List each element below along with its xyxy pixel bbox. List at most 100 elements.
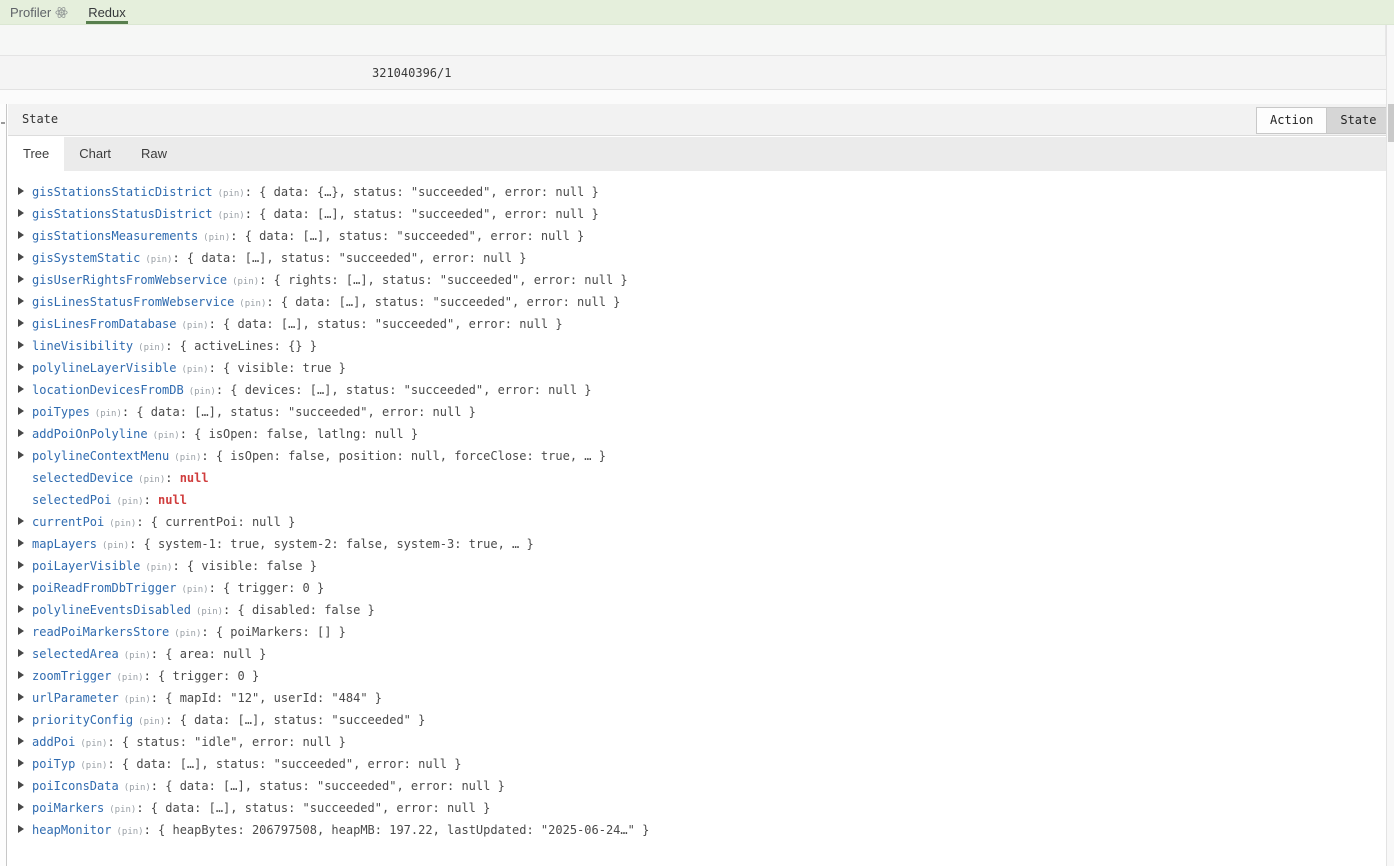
tree-row[interactable]: currentPoi(pin): { currentPoi: null } <box>18 511 1386 533</box>
pin-link[interactable]: (pin) <box>80 739 107 749</box>
state-key[interactable]: addPoiOnPolyline <box>32 427 148 441</box>
expand-arrow-icon[interactable] <box>18 319 24 327</box>
state-key[interactable]: gisUserRightsFromWebservice <box>32 273 227 287</box>
tree-row[interactable]: zoomTrigger(pin): { trigger: 0 } <box>18 665 1386 687</box>
expand-arrow-icon[interactable] <box>18 231 24 239</box>
pin-link[interactable]: (pin) <box>138 717 165 727</box>
expand-arrow-icon[interactable] <box>18 561 24 569</box>
tree-row[interactable]: priorityConfig(pin): { data: […], status… <box>18 709 1386 731</box>
pin-link[interactable]: (pin) <box>174 629 201 639</box>
tree-row[interactable]: gisStationsStatusDistrict(pin): { data: … <box>18 203 1386 225</box>
state-key[interactable]: selectedDevice <box>32 471 133 485</box>
tree-row[interactable]: polylineEventsDisabled(pin): { disabled:… <box>18 599 1386 621</box>
tab-chart[interactable]: Chart <box>64 137 126 171</box>
vertical-scrollbar[interactable] <box>1386 25 1394 866</box>
tree-row[interactable]: poiIconsData(pin): { data: […], status: … <box>18 775 1386 797</box>
pin-link[interactable]: (pin) <box>189 387 216 397</box>
expand-arrow-icon[interactable] <box>18 803 24 811</box>
state-key[interactable]: priorityConfig <box>32 713 133 727</box>
expand-arrow-icon[interactable] <box>18 253 24 261</box>
pin-link[interactable]: (pin) <box>124 783 151 793</box>
expand-arrow-icon[interactable] <box>18 297 24 305</box>
expand-arrow-icon[interactable] <box>18 451 24 459</box>
tree-row[interactable]: gisSystemStatic(pin): { data: […], statu… <box>18 247 1386 269</box>
state-key[interactable]: gisLinesStatusFromWebservice <box>32 295 234 309</box>
pin-link[interactable]: (pin) <box>102 541 129 551</box>
state-key[interactable]: poiReadFromDbTrigger <box>32 581 177 595</box>
state-key[interactable]: gisStationsMeasurements <box>32 229 198 243</box>
tree-row[interactable]: poiReadFromDbTrigger(pin): { trigger: 0 … <box>18 577 1386 599</box>
state-key[interactable]: poiMarkers <box>32 801 104 815</box>
pin-link[interactable]: (pin) <box>145 255 172 265</box>
state-key[interactable]: poiLayerVisible <box>32 559 140 573</box>
state-key[interactable]: gisStationsStaticDistrict <box>32 185 213 199</box>
state-view-button[interactable]: State <box>1327 107 1390 134</box>
expand-arrow-icon[interactable] <box>18 187 24 195</box>
expand-arrow-icon[interactable] <box>18 275 24 283</box>
panel-resizer[interactable] <box>0 104 7 866</box>
state-key[interactable]: gisSystemStatic <box>32 251 140 265</box>
tree-row[interactable]: addPoiOnPolyline(pin): { isOpen: false, … <box>18 423 1386 445</box>
tree-row[interactable]: selectedPoi(pin): null <box>18 489 1386 511</box>
pin-link[interactable]: (pin) <box>145 563 172 573</box>
pin-link[interactable]: (pin) <box>218 211 245 221</box>
state-key[interactable]: mapLayers <box>32 537 97 551</box>
pin-link[interactable]: (pin) <box>116 497 143 507</box>
tree-row[interactable]: gisLinesStatusFromWebservice(pin): { dat… <box>18 291 1386 313</box>
expand-arrow-icon[interactable] <box>18 517 24 525</box>
pin-link[interactable]: (pin) <box>109 805 136 815</box>
tab-raw[interactable]: Raw <box>126 137 182 171</box>
tree-row[interactable]: locationDevicesFromDB(pin): { devices: [… <box>18 379 1386 401</box>
expand-arrow-icon[interactable] <box>18 693 24 701</box>
tree-row[interactable]: poiTypes(pin): { data: […], status: "suc… <box>18 401 1386 423</box>
pin-link[interactable]: (pin) <box>138 343 165 353</box>
tree-row[interactable]: poiTyp(pin): { data: […], status: "succe… <box>18 753 1386 775</box>
pin-link[interactable]: (pin) <box>95 409 122 419</box>
tree-row[interactable]: poiLayerVisible(pin): { visible: false } <box>18 555 1386 577</box>
state-key[interactable]: poiTyp <box>32 757 75 771</box>
pin-link[interactable]: (pin) <box>80 761 107 771</box>
state-key[interactable]: polylineContextMenu <box>32 449 169 463</box>
pin-link[interactable]: (pin) <box>138 475 165 485</box>
state-key[interactable]: heapMonitor <box>32 823 111 837</box>
pin-link[interactable]: (pin) <box>196 607 223 617</box>
pin-link[interactable]: (pin) <box>182 365 209 375</box>
expand-arrow-icon[interactable] <box>18 385 24 393</box>
expand-arrow-icon[interactable] <box>18 341 24 349</box>
tree-row[interactable]: polylineLayerVisible(pin): { visible: tr… <box>18 357 1386 379</box>
tree-row[interactable]: heapMonitor(pin): { heapBytes: 206797508… <box>18 819 1386 841</box>
tree-row[interactable]: addPoi(pin): { status: "idle", error: nu… <box>18 731 1386 753</box>
state-key[interactable]: polylineEventsDisabled <box>32 603 191 617</box>
pin-link[interactable]: (pin) <box>218 189 245 199</box>
tab-redux[interactable]: Redux <box>78 0 136 24</box>
action-list-item[interactable]: 321040396/1 <box>372 56 451 90</box>
tree-row[interactable]: gisStationsStaticDistrict(pin): { data: … <box>18 181 1386 203</box>
pin-link[interactable]: (pin) <box>203 233 230 243</box>
action-view-button[interactable]: Action <box>1256 107 1327 134</box>
pin-link[interactable]: (pin) <box>124 695 151 705</box>
tab-tree[interactable]: Tree <box>8 137 64 171</box>
state-key[interactable]: poiTypes <box>32 405 90 419</box>
expand-arrow-icon[interactable] <box>18 605 24 613</box>
state-key[interactable]: readPoiMarkersStore <box>32 625 169 639</box>
state-key[interactable]: gisStationsStatusDistrict <box>32 207 213 221</box>
state-key[interactable]: poiIconsData <box>32 779 119 793</box>
expand-arrow-icon[interactable] <box>18 715 24 723</box>
state-key[interactable]: currentPoi <box>32 515 104 529</box>
expand-arrow-icon[interactable] <box>18 671 24 679</box>
pin-link[interactable]: (pin) <box>182 321 209 331</box>
pin-link[interactable]: (pin) <box>116 827 143 837</box>
pin-link[interactable]: (pin) <box>116 673 143 683</box>
expand-arrow-icon[interactable] <box>18 737 24 745</box>
pin-link[interactable]: (pin) <box>109 519 136 529</box>
tree-row[interactable]: gisStationsMeasurements(pin): { data: […… <box>18 225 1386 247</box>
pin-link[interactable]: (pin) <box>153 431 180 441</box>
state-key[interactable]: polylineLayerVisible <box>32 361 177 375</box>
expand-arrow-icon[interactable] <box>18 407 24 415</box>
pin-link[interactable]: (pin) <box>239 299 266 309</box>
tree-row[interactable]: gisUserRightsFromWebservice(pin): { righ… <box>18 269 1386 291</box>
state-key[interactable]: zoomTrigger <box>32 669 111 683</box>
tree-row[interactable]: selectedArea(pin): { area: null } <box>18 643 1386 665</box>
tree-row[interactable]: lineVisibility(pin): { activeLines: {} } <box>18 335 1386 357</box>
expand-arrow-icon[interactable] <box>18 583 24 591</box>
